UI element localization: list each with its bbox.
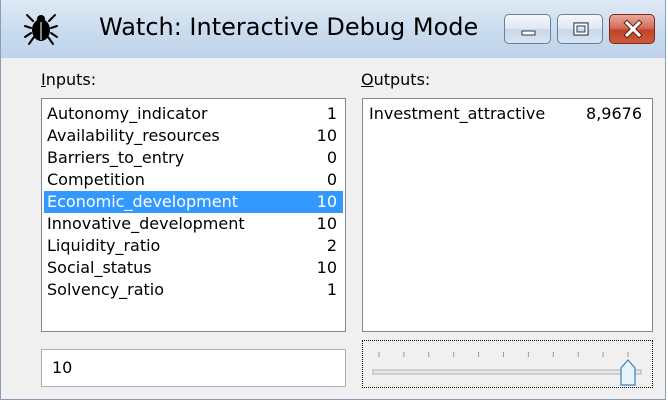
input-name: Innovative_development xyxy=(47,214,245,233)
close-icon xyxy=(623,19,643,39)
debug-window: Watch: Interactive Debug Mode Inputs: Ou… xyxy=(0,0,666,400)
slider-track xyxy=(372,352,642,386)
list-item[interactable]: Autonomy_indicator 1 xyxy=(44,103,343,125)
input-name: Competition xyxy=(47,170,145,189)
list-item[interactable]: Solvency_ratio 1 xyxy=(44,279,343,301)
input-name: Availability_resources xyxy=(47,126,220,145)
input-name: Economic_development xyxy=(47,192,238,211)
input-value: 1 xyxy=(326,280,337,299)
window-title: Watch: Interactive Debug Mode xyxy=(99,13,479,41)
input-value: 0 xyxy=(326,170,337,189)
minimize-button[interactable] xyxy=(504,14,551,44)
input-value: 2 xyxy=(326,236,337,255)
input-name: Autonomy_indicator xyxy=(47,104,208,123)
inputs-label: Inputs: xyxy=(41,70,97,89)
outputs-label: Outputs: xyxy=(361,70,431,89)
value-slider[interactable] xyxy=(362,340,653,388)
list-item-selected[interactable]: Economic_development 10 xyxy=(44,191,343,213)
input-value: 10 xyxy=(316,258,337,277)
input-name: Solvency_ratio xyxy=(47,280,164,299)
inputs-listbox[interactable]: Autonomy_indicator 1 Availability_resour… xyxy=(41,98,346,332)
title-bar[interactable]: Watch: Interactive Debug Mode xyxy=(1,0,665,58)
close-button[interactable] xyxy=(609,14,655,44)
input-value: 1 xyxy=(326,104,337,123)
input-name: Liquidity_ratio xyxy=(47,236,161,255)
input-value: 10 xyxy=(316,214,337,233)
slider-thumb[interactable] xyxy=(620,359,636,386)
input-name: Barriers_to_entry xyxy=(47,148,185,167)
list-item[interactable]: Barriers_to_entry 0 xyxy=(44,147,343,169)
slider-rail xyxy=(372,369,642,375)
input-name: Social_status xyxy=(47,258,152,277)
outputs-listbox[interactable]: Investment_attractive 8,9676 xyxy=(362,98,653,332)
list-item[interactable]: Innovative_development 10 xyxy=(44,213,343,235)
output-value: 8,9676 xyxy=(586,104,642,123)
maximize-button[interactable] xyxy=(557,14,603,44)
input-value: 10 xyxy=(316,192,337,211)
input-value: 0 xyxy=(326,148,337,167)
bug-icon[interactable] xyxy=(23,11,59,47)
list-item[interactable]: Social_status 10 xyxy=(44,257,343,279)
list-item[interactable]: Investment_attractive 8,9676 xyxy=(365,103,650,125)
list-item[interactable]: Availability_resources 10 xyxy=(44,125,343,147)
value-field[interactable]: 10 xyxy=(41,349,346,387)
list-item[interactable]: Liquidity_ratio 2 xyxy=(44,235,343,257)
list-item[interactable]: Competition 0 xyxy=(44,169,343,191)
minimize-icon xyxy=(521,30,536,36)
output-name: Investment_attractive xyxy=(369,104,546,123)
input-value: 10 xyxy=(316,126,337,145)
maximize-icon xyxy=(573,22,589,36)
dialog-body: Inputs: Outputs: Autonomy_indicator 1 Av… xyxy=(14,58,660,399)
